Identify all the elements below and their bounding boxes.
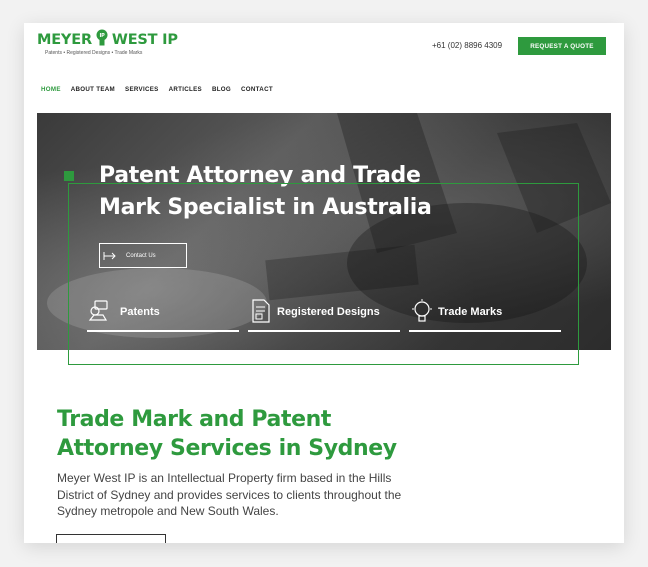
nav-item-blog[interactable]: BLOG xyxy=(212,86,231,93)
registered-designs-icon xyxy=(252,299,270,323)
lightbulb-icon: IP xyxy=(96,29,108,46)
site-logo[interactable]: MEYER IP WEST IP Patents • Registered De… xyxy=(37,29,178,56)
request-quote-button[interactable]: REQUEST A QUOTE xyxy=(518,37,606,55)
intro-line3: Sydney metropole and New South Wales. xyxy=(57,504,279,518)
hero-title-line1: Patent Attorney and Trade xyxy=(99,163,421,188)
hero-banner: Patent Attorney and Trade Mark Specialis… xyxy=(37,113,611,365)
phone-number[interactable]: +61 (02) 8896 4309 xyxy=(432,41,502,50)
services-headline: Trade Mark and Patent Attorney Services … xyxy=(57,405,477,463)
nav-item-about-team[interactable]: ABOUT TEAM xyxy=(71,86,115,93)
nav-item-services[interactable]: SERVICES xyxy=(125,86,159,93)
service-trade-marks-label: Trade Marks xyxy=(438,306,503,318)
logo-tagline: Patents • Registered Designs • Trade Mar… xyxy=(45,50,143,56)
arrow-right-icon xyxy=(103,251,116,260)
nav-item-articles[interactable]: ARTICLES xyxy=(169,86,202,93)
read-more-button[interactable] xyxy=(56,534,166,543)
logo-text-right: WEST IP xyxy=(111,32,178,48)
intro-line1: Meyer West IP is an Intellectual Propert… xyxy=(57,471,392,485)
patent-icon xyxy=(88,300,108,321)
logo-text-left: MEYER xyxy=(37,32,92,48)
accent-square xyxy=(64,171,74,181)
contact-us-button[interactable]: Contact Us xyxy=(99,243,187,268)
logo-wordmark: MEYER IP WEST IP xyxy=(37,29,178,49)
hero-title: Patent Attorney and Trade Mark Specialis… xyxy=(99,160,479,224)
intro-paragraph: Meyer West IP is an Intellectual Propert… xyxy=(57,470,477,520)
nav-item-contact[interactable]: CONTACT xyxy=(241,86,273,93)
headline-line1: Trade Mark and Patent xyxy=(57,407,332,432)
website-page: MEYER IP WEST IP Patents • Registered De… xyxy=(24,23,624,543)
svg-text:IP: IP xyxy=(99,33,105,39)
hero-title-line2: Mark Specialist in Australia xyxy=(99,195,432,220)
intro-line2: District of Sydney and provides services… xyxy=(57,487,402,502)
service-registered-designs-label: Registered Designs xyxy=(277,306,380,318)
nav-item-home[interactable]: HOME xyxy=(41,86,61,93)
trade-mark-icon xyxy=(412,299,432,322)
contact-us-label: Contact Us xyxy=(126,252,156,259)
headline-line2: Attorney Services in Sydney xyxy=(57,436,397,461)
service-trade-marks[interactable]: Trade Marks xyxy=(409,298,561,332)
service-patents[interactable]: Patents xyxy=(87,298,239,332)
main-nav: HOME ABOUT TEAM SERVICES ARTICLES BLOG C… xyxy=(41,86,283,93)
service-registered-designs[interactable]: Registered Designs xyxy=(248,298,400,332)
service-patents-label: Patents xyxy=(120,306,160,318)
